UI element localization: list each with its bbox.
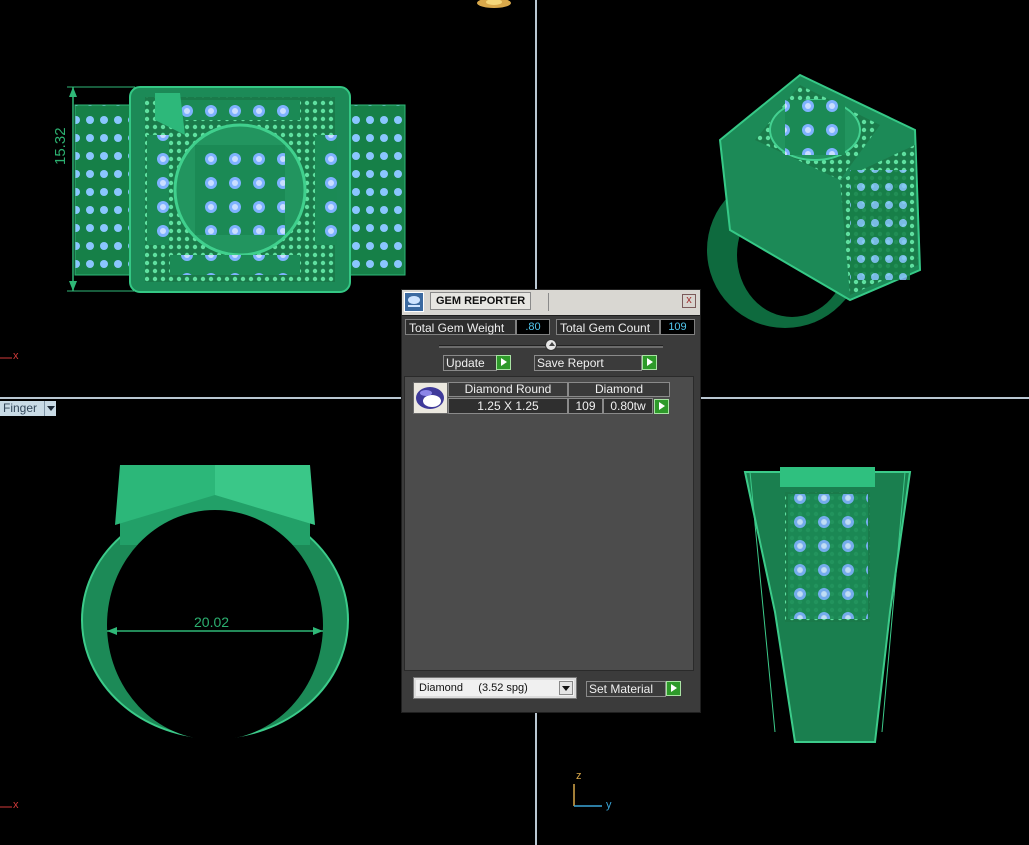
save-report-button[interactable]: Save Report [534,355,642,371]
gem-reporter-titlebar[interactable]: GEM REPORTER x [402,290,700,316]
top-view-ring[interactable] [55,75,415,300]
view-label-finger[interactable]: Finger [0,401,47,416]
view-dropdown-arrow[interactable] [44,401,56,416]
axis-x-label-top: x [13,350,19,362]
gem-count: 109 [568,398,603,414]
perspective-view-ring[interactable] [700,70,930,330]
title-separator [548,293,549,311]
gumball-icon[interactable] [472,0,516,12]
dimension-inner-diameter: 20.02 [194,614,230,630]
total-gem-count-label: Total Gem Count [556,319,660,335]
axis-triad [573,784,602,807]
dimension-height: 15.32 [52,127,69,165]
material-select[interactable]: Diamond (3.52 spg) [413,677,577,699]
update-button[interactable]: Update [443,355,497,371]
material-select-value: Diamond (3.52 spg) [419,682,528,694]
chevron-down-icon[interactable] [559,681,573,695]
front-view-ring[interactable] [75,455,355,745]
gem-material: Diamond [568,382,670,397]
total-gem-count-value[interactable]: 109 [660,319,695,335]
axis-z-label: z [576,770,582,782]
gem-reporter-dialog: GEM REPORTER x Total Gem Weight .80 Tota… [401,289,701,713]
axis-y-label: y [606,799,612,811]
set-material-go-icon[interactable] [666,681,681,696]
total-gem-weight-value[interactable]: .80 [516,319,550,335]
dialog-title: GEM REPORTER [430,292,532,310]
side-view-ring[interactable] [740,462,920,747]
total-gem-weight-label: Total Gem Weight [405,319,516,335]
update-go-icon[interactable] [496,355,511,370]
panel-slider-knob[interactable] [545,339,557,351]
diamond-round-icon [413,382,448,414]
axis-x-marker-bottom [0,806,12,808]
gem-size: 1.25 X 1.25 [448,398,568,414]
gem-row-go-icon[interactable] [654,399,669,414]
gem-weight: 0.80tw [603,398,653,414]
axis-x-label-bottom: x [13,799,19,811]
close-button[interactable]: x [682,294,696,308]
set-material-button[interactable]: Set Material [586,681,666,697]
gem-list: Diamond Round Diamond 1.25 X 1.25 109 0.… [404,376,694,671]
axis-x-marker-top [0,357,12,359]
save-report-go-icon[interactable] [642,355,657,370]
gem-shape: Diamond Round [448,382,568,397]
gem-report-icon [404,292,424,312]
